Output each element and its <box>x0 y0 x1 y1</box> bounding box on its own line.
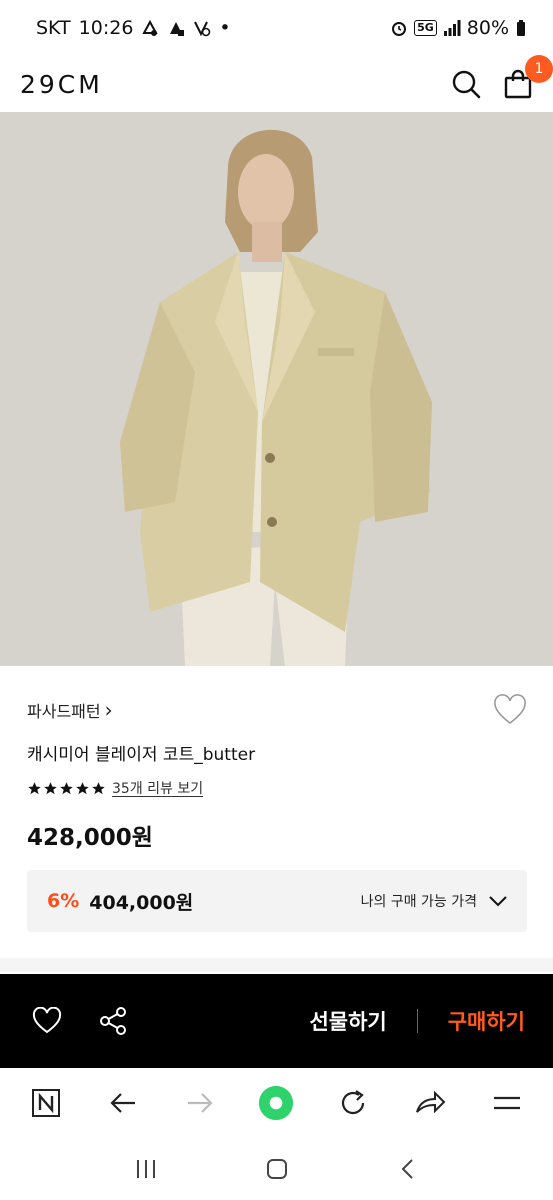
header-actions: 1 <box>451 55 553 99</box>
search-icon[interactable] <box>451 69 481 99</box>
time-label: 10:26 <box>78 17 134 39</box>
browser-toolbar <box>0 1068 553 1138</box>
star-icon <box>44 781 57 794</box>
forward-arrow-icon[interactable] <box>182 1085 218 1121</box>
button-separator <box>416 1009 418 1033</box>
brand-name: 파사드패턴 <box>27 702 101 721</box>
heart-icon[interactable] <box>493 694 527 728</box>
product-photo-illustration <box>0 112 553 666</box>
gift-button[interactable]: 선물하기 <box>309 1006 386 1036</box>
cart-button[interactable]: 1 <box>503 55 553 99</box>
star-icon <box>92 781 105 794</box>
signal-icon <box>443 20 461 36</box>
system-nav-bar <box>0 1138 553 1200</box>
cart-count-badge: 1 <box>525 55 553 83</box>
product-title: 캐시미어 블레이저 코트_butter <box>27 745 256 765</box>
status-left: SKT 10:26 • <box>36 17 231 39</box>
vpn-icon <box>194 21 211 37</box>
battery-label: 80% <box>466 17 509 39</box>
star-icon <box>60 781 73 794</box>
share-arrow-icon[interactable] <box>412 1085 448 1121</box>
carrier-label: SKT <box>36 17 71 39</box>
chevron-down-icon <box>489 896 507 907</box>
back-arrow-icon[interactable] <box>105 1085 141 1121</box>
discount-rate: 6% <box>47 890 80 912</box>
alarm-icon <box>392 22 407 36</box>
product-price: 428,000원 <box>27 825 153 851</box>
purchase-bar-icons <box>32 1006 128 1036</box>
battery-icon <box>517 20 525 36</box>
menu-icon[interactable] <box>489 1085 525 1121</box>
buy-button[interactable]: 구매하기 <box>448 1006 525 1036</box>
refresh-icon[interactable] <box>335 1085 371 1121</box>
rating-stars <box>27 781 106 796</box>
review-link[interactable]: 35개 리뷰 보기 <box>112 778 203 798</box>
home-dot-icon[interactable] <box>258 1085 294 1121</box>
my-price-label: 나의 구매 가능 가격 <box>360 894 477 910</box>
network-label: 5G <box>414 20 437 36</box>
my-price-box[interactable]: 6% 404,000원 나의 구매 가능 가격 <box>27 870 527 932</box>
home-icon[interactable] <box>265 1157 289 1181</box>
product-photo[interactable] <box>0 112 553 666</box>
back-icon[interactable] <box>396 1157 420 1181</box>
star-icon <box>76 781 89 794</box>
logo[interactable]: 29CM <box>20 70 103 99</box>
notification-icon <box>142 19 159 36</box>
sale-price: 404,000원 <box>89 891 194 914</box>
status-right: 5G 80% <box>390 17 527 39</box>
status-dot: • <box>219 17 231 39</box>
section-divider <box>0 958 553 972</box>
star-icon <box>28 781 41 794</box>
app-header: 29CM 1 <box>0 55 553 112</box>
my-price-toggle[interactable]: 나의 구매 가능 가격 <box>361 891 507 911</box>
recent-apps-icon[interactable] <box>134 1157 158 1181</box>
n-icon[interactable] <box>28 1085 64 1121</box>
heart-icon[interactable] <box>32 1007 62 1035</box>
brand-link[interactable]: 파사드패턴 › <box>27 698 113 722</box>
share-icon[interactable] <box>98 1006 128 1036</box>
notification-icon-2 <box>170 22 185 36</box>
brand-chevron-icon: › <box>104 698 113 722</box>
purchase-bar: 선물하기 구매하기 <box>0 974 553 1068</box>
rating-row: 35개 리뷰 보기 <box>27 778 203 798</box>
status-bar: SKT 10:26 • 5G 80% <box>0 0 553 56</box>
